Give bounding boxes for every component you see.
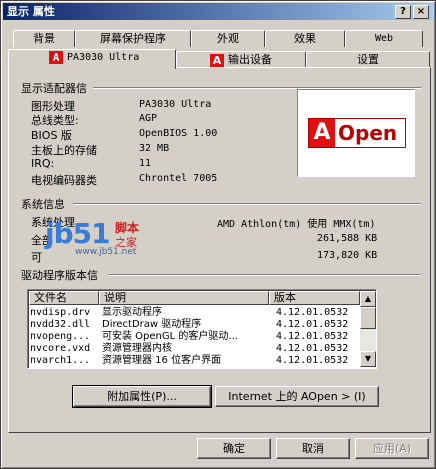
tab-web[interactable]: Web xyxy=(345,30,423,47)
tab-effects[interactable]: 效果 xyxy=(265,30,345,47)
vertical-scrollbar[interactable]: ▲ ▼ xyxy=(360,291,376,367)
adapter-label: IRQ: xyxy=(31,157,55,170)
scroll-down-icon[interactable]: ▼ xyxy=(360,351,376,367)
driver-file: nvopeng... xyxy=(30,331,91,342)
adapter-value: OpenBIOS 1.00 xyxy=(139,128,218,139)
aopen-brand-a: A xyxy=(309,119,335,147)
driver-version: 4.12.01.0532 xyxy=(276,307,349,318)
tab-output-device[interactable]: A 输出设备 xyxy=(176,51,306,68)
column-header-desc[interactable]: 说明 xyxy=(99,291,269,305)
adapter-value: 11 xyxy=(139,158,152,169)
driver-version: 4.12.01.0532 xyxy=(276,319,349,330)
group-divider xyxy=(109,274,421,276)
adapter-value: AGP xyxy=(139,113,158,124)
driver-version: 4.12.01.0532 xyxy=(276,343,349,354)
system-value: 173,820 KB xyxy=(317,250,378,261)
extra-properties-button[interactable]: 附加属性(P)... xyxy=(73,386,211,407)
driver-version: 4.12.01.0532 xyxy=(276,331,349,342)
scroll-up-icon[interactable]: ▲ xyxy=(360,291,376,307)
driver-desc: 可安装 OpenGL 的客户驱动... xyxy=(102,331,238,342)
tab-pa3030-label: PA3030 Ultra xyxy=(67,52,140,63)
tab-settings[interactable]: 设置 xyxy=(306,51,430,68)
driver-desc: 显示驱动程序 xyxy=(102,307,162,318)
internet-aopen-button[interactable]: Internet 上的 AOpen > (I) xyxy=(215,386,379,407)
adapter-label: BIOS 版 xyxy=(31,129,72,142)
tab-background[interactable]: 背景 xyxy=(13,30,75,47)
driver-desc: 资源管理器内核 xyxy=(102,343,172,354)
aopen-brand-text: Open xyxy=(336,119,405,147)
title-bar: 显示 属性 ? × xyxy=(3,3,433,20)
aopen-logo-icon: A xyxy=(210,53,224,67)
cancel-button[interactable]: 取消 xyxy=(276,438,350,459)
aopen-logo-icon: A xyxy=(49,50,63,64)
driver-file: nvdd32.dll xyxy=(30,319,91,330)
system-label: 全部 xyxy=(31,234,53,247)
system-label: 可 xyxy=(31,251,42,264)
group-divider xyxy=(73,203,421,205)
adapter-label: 主板上的存储 xyxy=(31,144,97,157)
adapter-group-title: 显示适配器信 xyxy=(21,80,91,96)
driver-desc: DirectDraw 驱动程序 xyxy=(102,319,202,330)
adapter-value: PA3030 Ultra xyxy=(139,99,212,110)
adapter-label: 电视编码器类 xyxy=(31,174,97,187)
tab-appearance[interactable]: 外观 xyxy=(191,30,265,47)
scroll-thumb[interactable] xyxy=(360,307,376,329)
window-title: 显示 属性 xyxy=(7,5,55,18)
ok-button[interactable]: 确定 xyxy=(197,438,271,459)
close-button[interactable]: × xyxy=(413,5,429,19)
driver-desc: 资源管理器 16 位客户界面 xyxy=(102,355,222,366)
driver-file: nvcore.vxd xyxy=(30,343,91,354)
driver-file: nvdisp.drv xyxy=(30,307,91,318)
column-header-version[interactable]: 版本 xyxy=(269,291,360,305)
column-header-file[interactable]: 文件名 xyxy=(29,291,99,305)
tab-screensaver[interactable]: 屏幕保护程序 xyxy=(75,30,191,47)
system-group-title: 系统信息 xyxy=(21,196,69,212)
system-value: 261,588 KB xyxy=(317,233,378,244)
adapter-label: 总线类型: xyxy=(31,114,79,127)
driver-list[interactable]: 文件名 说明 版本 nvdisp.drv 显示驱动程序 4.12.01.0532… xyxy=(27,289,377,369)
driver-file: nvarch1... xyxy=(30,355,91,366)
adapter-value: Chrontel 7005 xyxy=(139,173,218,184)
driver-group-title: 驱动程序版本信 xyxy=(21,267,102,283)
aopen-brand-logo: A Open xyxy=(308,118,406,148)
display-properties-window: 显示 属性 ? × 背景 屏幕保护程序 外观 效果 Web A PA3030 Ul… xyxy=(0,0,436,469)
tab-pa3030-ultra[interactable]: A PA3030 Ultra xyxy=(8,49,176,69)
help-button[interactable]: ? xyxy=(395,5,411,19)
tab-output-label: 输出设备 xyxy=(228,53,272,66)
brand-logo-box: A Open xyxy=(297,89,415,177)
driver-version: 4.12.01.0532 xyxy=(276,355,349,366)
system-value: AMD Athlon(tm) 使用 MMX(tm) xyxy=(217,219,376,230)
system-label: 系统处理 xyxy=(31,216,75,229)
apply-button[interactable]: 应用(A) xyxy=(355,438,429,459)
adapter-value: 32 MB xyxy=(139,143,170,154)
